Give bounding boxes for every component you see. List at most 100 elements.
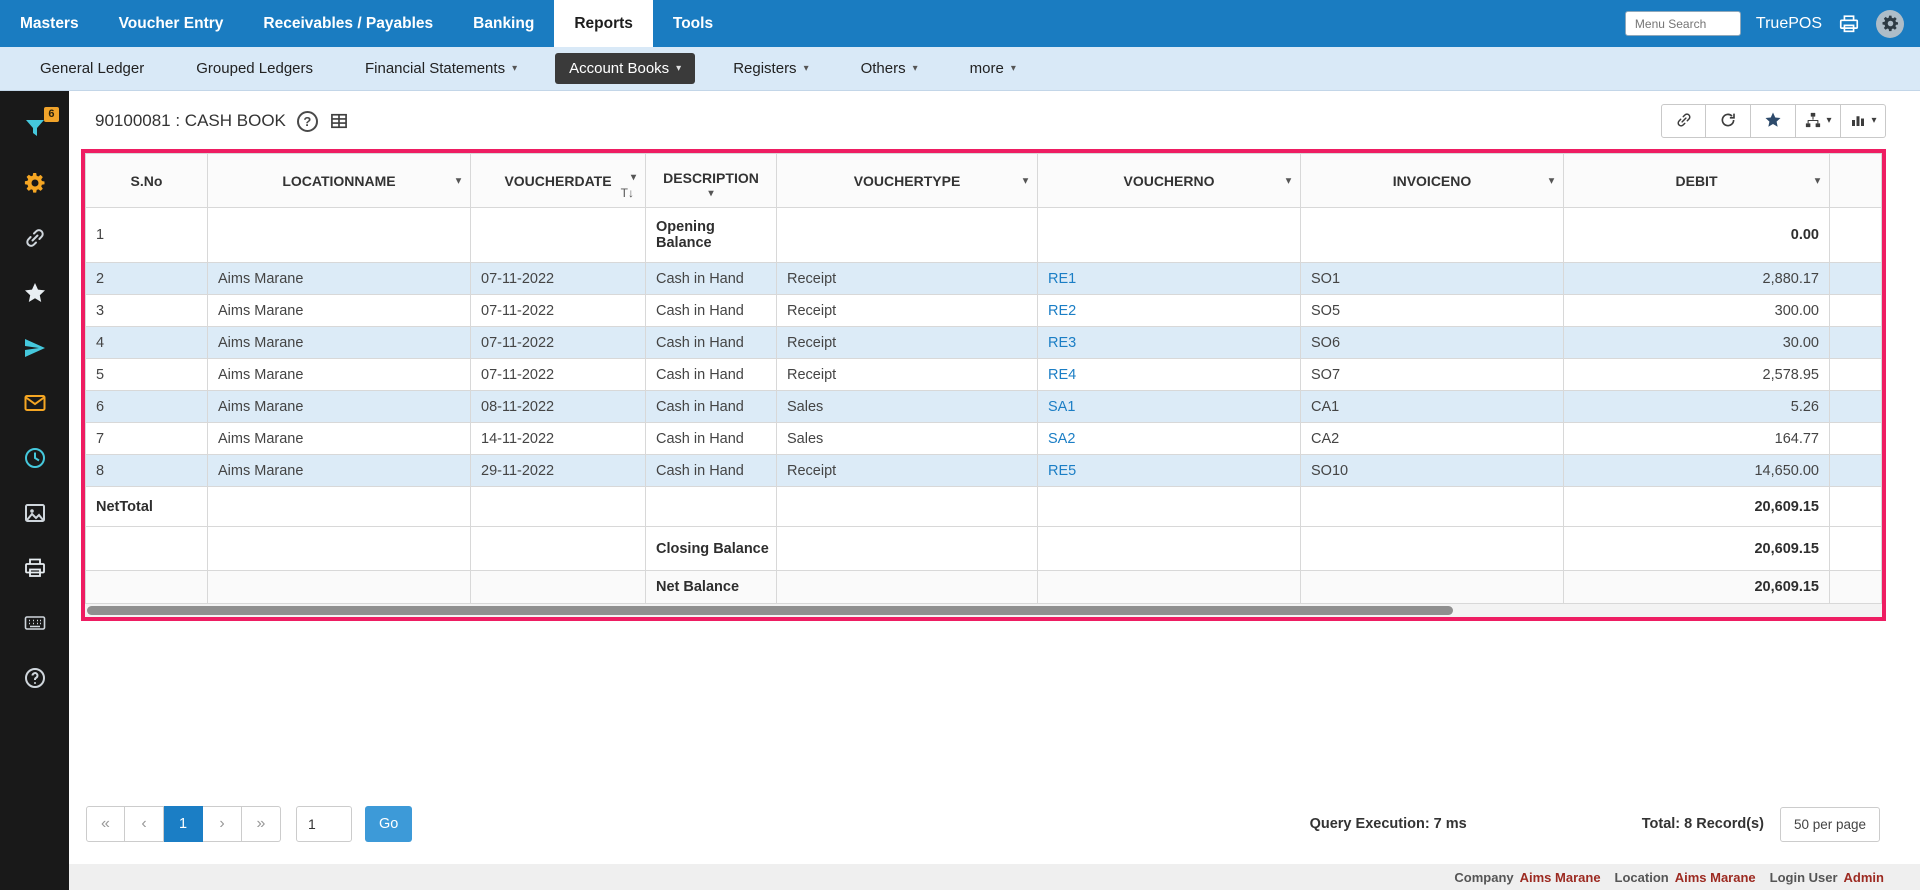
pagination: « ‹ 1 › » Go: [86, 806, 412, 842]
sub-nav-item-general-ledger[interactable]: General Ledger: [26, 53, 158, 84]
help-icon[interactable]: [22, 665, 48, 691]
table-row[interactable]: Net Balance20,609.15: [86, 571, 1882, 604]
table-row[interactable]: 3Aims Marane07-11-2022Cash in HandReceip…: [86, 295, 1882, 327]
menu-search-input[interactable]: [1625, 11, 1741, 36]
top-nav-item-banking[interactable]: Banking: [453, 0, 554, 47]
table-row[interactable]: Closing Balance20,609.15: [86, 527, 1882, 571]
voucher-number-link[interactable]: RE5: [1048, 463, 1076, 479]
footer-status-bar: Company Aims Marane Location Aims Marane…: [69, 864, 1920, 890]
first-page-button[interactable]: «: [86, 806, 125, 842]
top-nav-item-receivables-payables[interactable]: Receivables / Payables: [243, 0, 453, 47]
column-menu-caret[interactable]: ▾: [456, 175, 461, 186]
table-row[interactable]: 6Aims Marane08-11-2022Cash in HandSalesS…: [86, 391, 1882, 423]
voucher-number-link[interactable]: RE4: [1048, 367, 1076, 383]
brand-logo: TruePOS: [1756, 15, 1822, 33]
column-menu-caret[interactable]: ▾: [656, 188, 766, 199]
sub-nav-item-others[interactable]: Others▾: [847, 53, 932, 84]
column-header-type[interactable]: VOUCHERTYPE▾: [777, 154, 1038, 208]
filter-icon[interactable]: 6: [22, 115, 48, 141]
last-page-button[interactable]: »: [242, 806, 281, 842]
prev-page-button[interactable]: ‹: [125, 806, 164, 842]
table-row[interactable]: 8Aims Marane29-11-2022Cash in HandReceip…: [86, 455, 1882, 487]
column-header-location[interactable]: LOCATIONNAME▾: [208, 154, 471, 208]
column-header-extra: [1830, 154, 1882, 208]
cell-extra: [1830, 208, 1882, 263]
mail-icon[interactable]: [22, 390, 48, 416]
company-label: Company: [1454, 870, 1513, 885]
table-body: 1Opening Balance0.002Aims Marane07-11-20…: [86, 208, 1882, 604]
column-header-date[interactable]: VOUCHERDATE▾T↓: [471, 154, 646, 208]
top-nav-item-masters[interactable]: Masters: [0, 0, 99, 47]
clock-icon[interactable]: [22, 445, 48, 471]
column-menu-caret[interactable]: ▾: [1286, 175, 1291, 186]
voucher-number-link[interactable]: RE2: [1048, 303, 1076, 319]
printer-icon[interactable]: [22, 555, 48, 581]
image-icon[interactable]: [22, 500, 48, 526]
horizontal-scrollbar-thumb[interactable]: [87, 606, 1453, 615]
voucher-number-link[interactable]: RE3: [1048, 335, 1076, 351]
column-menu-caret[interactable]: ▾: [1815, 175, 1820, 186]
sub-nav-item-registers[interactable]: Registers▾: [719, 53, 822, 84]
sub-nav-item-grouped-ledgers[interactable]: Grouped Ledgers: [182, 53, 327, 84]
star-icon[interactable]: [22, 280, 48, 306]
page-title: 90100081 : CASH BOOK: [95, 111, 286, 131]
sub-nav-item-financial-statements[interactable]: Financial Statements▾: [351, 53, 531, 84]
cell-sno: 3: [86, 295, 208, 327]
help-icon[interactable]: ?: [297, 111, 318, 132]
top-nav-item-reports[interactable]: Reports: [554, 0, 653, 47]
table-row[interactable]: 7Aims Marane14-11-2022Cash in HandSalesS…: [86, 423, 1882, 455]
cell-vno: RE4: [1038, 359, 1301, 391]
settings-gear-icon[interactable]: [1876, 10, 1904, 38]
chart-menu-button[interactable]: ▾: [1841, 104, 1886, 138]
column-menu-caret[interactable]: ▾: [1549, 175, 1554, 186]
cell-type: Receipt: [777, 455, 1038, 487]
column-header-vno[interactable]: VOUCHERNO▾: [1038, 154, 1301, 208]
favorite-button[interactable]: [1751, 104, 1796, 138]
cell-sno: NetTotal: [86, 487, 208, 527]
next-page-button[interactable]: ›: [203, 806, 242, 842]
send-icon[interactable]: [22, 335, 48, 361]
column-menu-caret[interactable]: ▾: [1023, 175, 1028, 186]
voucher-number-link[interactable]: SA2: [1048, 431, 1075, 447]
grid-view-icon[interactable]: [329, 111, 349, 131]
chevron-down-icon: ▾: [512, 64, 517, 74]
page-number-button[interactable]: 1: [164, 806, 203, 842]
sub-nav-item-label: Account Books: [569, 60, 669, 77]
per-page-select[interactable]: 50 per page: [1780, 807, 1880, 842]
cell-date: 07-11-2022: [471, 327, 646, 359]
link-icon[interactable]: [22, 225, 48, 251]
permalink-button[interactable]: [1661, 104, 1706, 138]
table-row[interactable]: 1Opening Balance0.00: [86, 208, 1882, 263]
cell-inv: [1301, 487, 1564, 527]
column-menu-caret[interactable]: ▾: [631, 172, 636, 183]
table-row[interactable]: 5Aims Marane07-11-2022Cash in HandReceip…: [86, 359, 1882, 391]
cell-vno: RE5: [1038, 455, 1301, 487]
cell-inv: [1301, 527, 1564, 571]
table-row[interactable]: 4Aims Marane07-11-2022Cash in HandReceip…: [86, 327, 1882, 359]
column-header-desc[interactable]: DESCRIPTION▾: [646, 154, 777, 208]
keyboard-icon[interactable]: [22, 610, 48, 636]
horizontal-scrollbar[interactable]: [85, 604, 1882, 617]
star-icon: [1764, 111, 1782, 132]
printer-icon[interactable]: [1837, 12, 1861, 36]
cell-sno: 6: [86, 391, 208, 423]
cell-extra: [1830, 423, 1882, 455]
goto-page-input[interactable]: [296, 806, 352, 842]
go-button[interactable]: Go: [365, 806, 412, 842]
column-header-inv[interactable]: INVOICENO▾: [1301, 154, 1564, 208]
hierarchy-menu-button[interactable]: ▾: [1796, 104, 1841, 138]
top-nav-item-voucher-entry[interactable]: Voucher Entry: [99, 0, 244, 47]
table-row[interactable]: 2Aims Marane07-11-2022Cash in HandReceip…: [86, 263, 1882, 295]
cell-location: Aims Marane: [208, 455, 471, 487]
voucher-number-link[interactable]: SA1: [1048, 399, 1075, 415]
refresh-button[interactable]: [1706, 104, 1751, 138]
voucher-number-link[interactable]: RE1: [1048, 271, 1076, 287]
top-nav-item-tools[interactable]: Tools: [653, 0, 733, 47]
gear-icon[interactable]: [22, 170, 48, 196]
cell-desc: Opening Balance: [646, 208, 777, 263]
column-header-debit[interactable]: DEBIT▾: [1564, 154, 1830, 208]
column-header-sno[interactable]: S.No: [86, 154, 208, 208]
sub-nav-item-account-books[interactable]: Account Books▾: [555, 53, 695, 84]
table-row[interactable]: NetTotal20,609.15: [86, 487, 1882, 527]
sub-nav-item-more[interactable]: more▾: [956, 53, 1030, 84]
